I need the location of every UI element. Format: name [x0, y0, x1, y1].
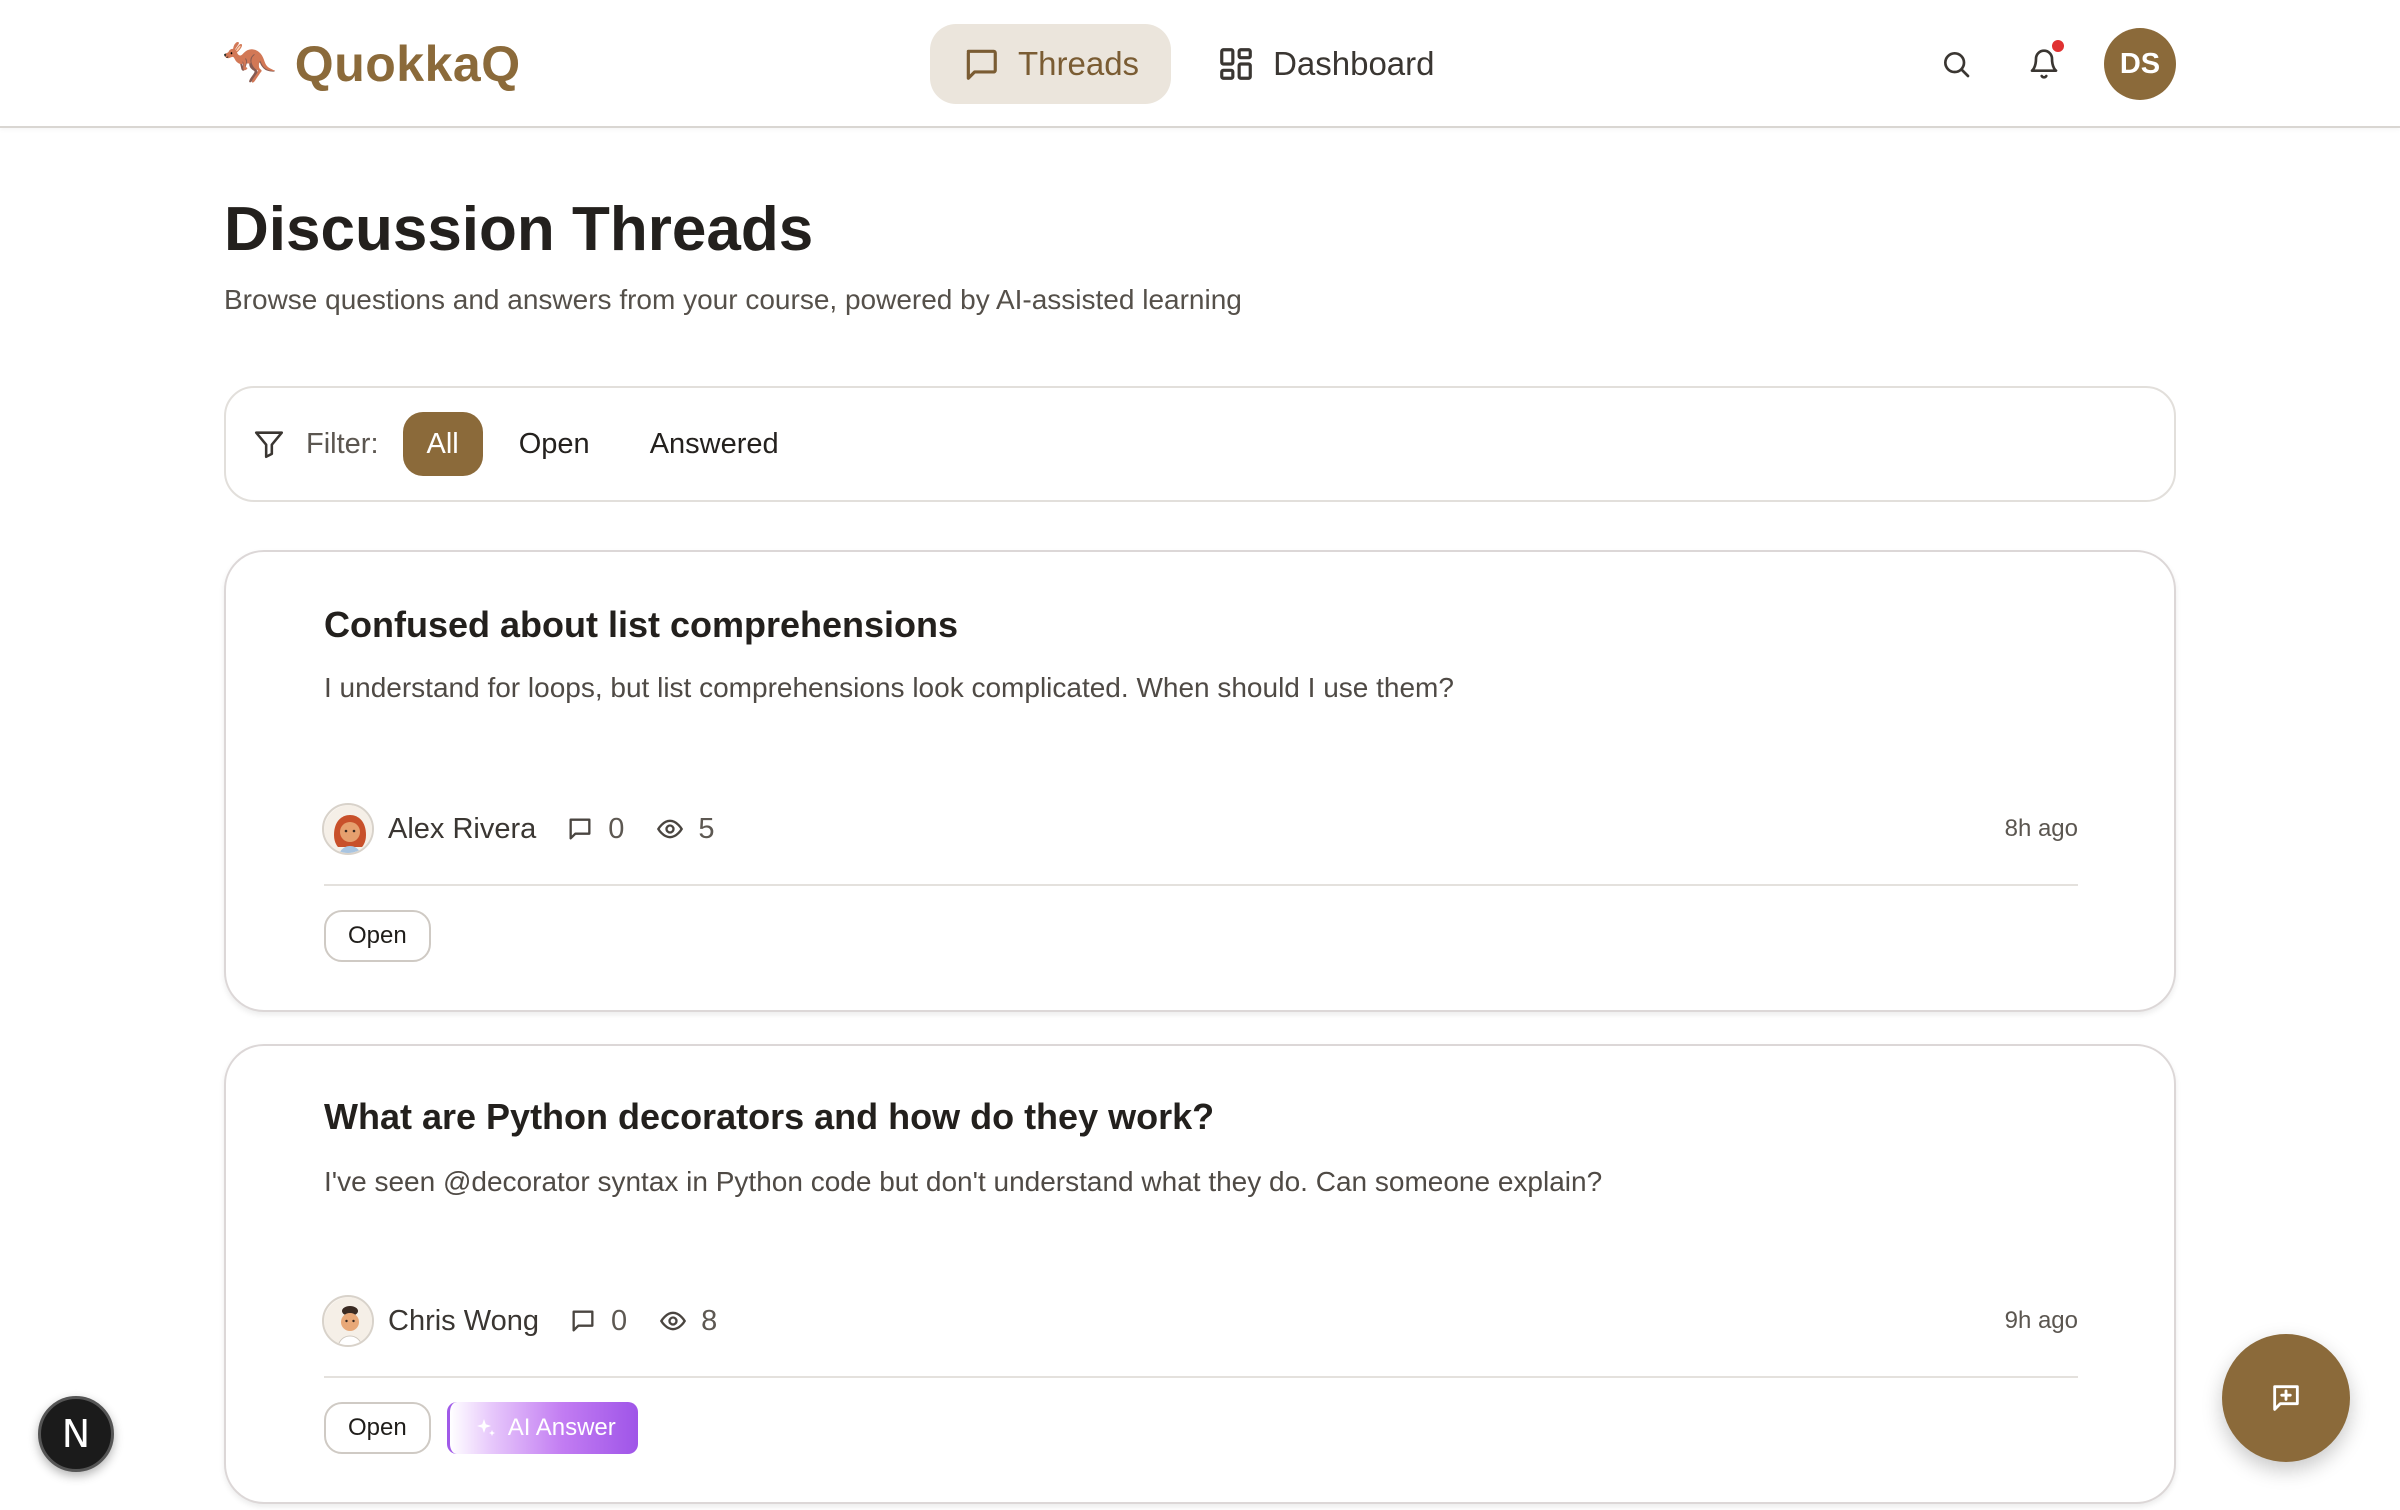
thread-title[interactable]: Confused about list comprehensions — [324, 604, 958, 646]
top-navigation-bar: 🦘 QuokkaQ Threads Dashboard DS — [0, 0, 2400, 128]
grid-icon — [1220, 48, 1252, 80]
status-badge: Open — [324, 1402, 431, 1454]
notifications-button[interactable] — [2014, 34, 2074, 94]
page-title: Discussion Threads — [224, 195, 814, 264]
filter-icon — [254, 431, 284, 459]
thread-card[interactable]: What are Python decorators and how do th… — [224, 1044, 2176, 1504]
reply-count-value: 0 — [610, 1304, 628, 1337]
ai-answer-label: AI Answer — [507, 1414, 616, 1441]
view-count-value: 5 — [698, 812, 715, 845]
reply-count: 0 — [566, 813, 624, 846]
notification-indicator — [2050, 38, 2066, 54]
author-avatar — [322, 803, 374, 855]
chat-bubble-icon — [966, 49, 997, 80]
nav-threads[interactable]: Threads — [930, 24, 1172, 104]
filter-label: Filter: — [306, 427, 379, 460]
filter-all[interactable]: All — [402, 412, 483, 476]
thread-excerpt: I've seen @decorator syntax in Python co… — [324, 1166, 1603, 1197]
comment-icon — [572, 1310, 594, 1332]
page-subtitle: Browse questions and answers from your c… — [224, 284, 1242, 315]
thread-tags: Open — [324, 910, 431, 962]
author-name[interactable]: Chris Wong — [388, 1305, 539, 1338]
user-avatar[interactable]: DS — [2104, 28, 2176, 100]
search-icon — [1944, 52, 1970, 78]
ai-answer-badge: AI Answer — [446, 1402, 638, 1454]
view-count: 8 — [659, 1305, 717, 1338]
thread-card[interactable]: Confused about list comprehensions I und… — [224, 550, 2176, 1012]
status-badge: Open — [324, 910, 431, 962]
filter-answered[interactable]: Answered — [626, 412, 803, 476]
reply-count-value: 0 — [608, 812, 625, 845]
nav-threads-label: Threads — [1018, 45, 1140, 82]
brand[interactable]: 🦘 QuokkaQ — [222, 34, 521, 94]
author-name[interactable]: Alex Rivera — [388, 813, 536, 846]
reply-count: 0 — [569, 1305, 627, 1338]
thread-meta: Alex Rivera 0 5 8h ago — [322, 802, 2078, 856]
kangaroo-logo-icon: 🦘 — [222, 39, 277, 88]
card-divider — [324, 884, 2078, 886]
new-thread-button[interactable] — [2222, 1334, 2350, 1462]
filter-bar: Filter: All Open Answered — [224, 386, 2176, 502]
nav-dashboard-label: Dashboard — [1273, 45, 1435, 82]
dev-tools-badge[interactable]: N — [38, 1396, 114, 1472]
sparkles-icon — [476, 1419, 495, 1436]
comment-icon — [569, 818, 591, 840]
filter-open[interactable]: Open — [495, 412, 614, 476]
thread-tags: Open AI Answer — [324, 1402, 638, 1454]
view-count: 5 — [656, 812, 715, 846]
search-button[interactable] — [1926, 34, 1986, 94]
eye-icon — [657, 819, 684, 839]
thread-excerpt: I understand for loops, but list compreh… — [324, 672, 1454, 703]
author-avatar — [322, 1295, 374, 1347]
eye-icon — [660, 1311, 687, 1331]
thread-title[interactable]: What are Python decorators and how do th… — [324, 1096, 1214, 1138]
brand-name: QuokkaQ — [294, 36, 521, 92]
nav-dashboard[interactable]: Dashboard — [1185, 24, 1466, 104]
card-divider — [324, 1376, 2078, 1378]
thread-meta: Chris Wong 0 8 9h ago — [322, 1294, 2078, 1348]
main-nav: Threads Dashboard — [930, 24, 1467, 104]
add-message-icon — [2273, 1385, 2299, 1411]
thread-time: 9h ago — [2004, 1307, 2078, 1334]
view-count-value: 8 — [701, 1304, 718, 1337]
thread-time: 8h ago — [2004, 815, 2078, 842]
